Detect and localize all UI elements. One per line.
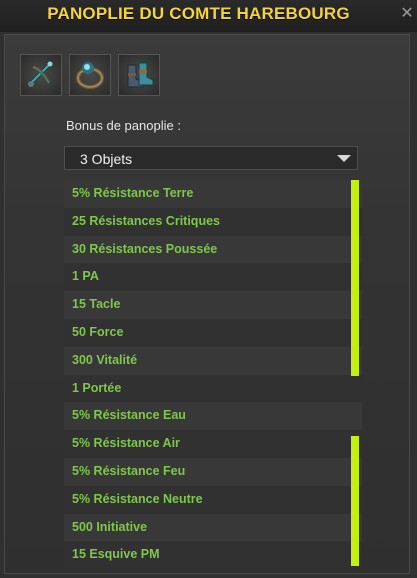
title-bar[interactable]: PANOPLIE DU COMTE HAREBOURG ✕	[0, 0, 417, 32]
close-icon[interactable]: ✕	[399, 6, 415, 22]
bonus-row: 5% Résistance Eau	[64, 402, 362, 431]
boots-icon	[127, 62, 154, 88]
bonus-row: 300 Vitalité	[64, 346, 362, 375]
bonus-list-scrollbar[interactable]	[351, 180, 359, 568]
item-count-value: 3 Objets	[80, 151, 133, 167]
scrollbar-thumb[interactable]	[351, 436, 359, 566]
item-slot-crossbow[interactable]	[20, 54, 62, 96]
scrollbar-thumb[interactable]	[351, 180, 359, 376]
bonus-row: 15 Tacle	[64, 291, 362, 319]
bonus-row: 1 PA	[64, 263, 362, 292]
bonus-row: 25 Résistances Critiques	[64, 207, 362, 236]
bonus-label: Bonus de panoplie :	[66, 118, 181, 133]
set-window: PANOPLIE DU COMTE HAREBOURG ✕ Bonus de p…	[0, 0, 417, 578]
bonus-list[interactable]: 5% Résistance Terre 25 Résistances Criti…	[64, 180, 362, 568]
bonus-row: 30 Résistances Poussée	[64, 235, 362, 264]
item-count-select[interactable]: 3 Objets	[64, 146, 358, 170]
bonus-row: 50 Force	[64, 318, 362, 347]
bonus-row: 15 Esquive PM	[64, 541, 362, 568]
bonus-row: 5% Résistance Feu	[64, 457, 362, 486]
bonus-row: 5% Résistance Neutre	[64, 485, 362, 514]
crossbow-icon	[27, 61, 53, 87]
bonus-row: 5% Résistance Air	[64, 430, 362, 458]
bonus-row: 5% Résistance Terre	[64, 180, 362, 208]
window-title: PANOPLIE DU COMTE HAREBOURG	[47, 4, 350, 23]
chevron-down-icon[interactable]	[337, 155, 351, 162]
ring-icon	[76, 62, 104, 89]
item-slot-ring[interactable]	[69, 54, 111, 96]
bonus-row: 500 Initiative	[64, 513, 362, 542]
item-slot-boots[interactable]	[118, 54, 160, 96]
bonus-row: 1 Portée	[64, 374, 362, 403]
